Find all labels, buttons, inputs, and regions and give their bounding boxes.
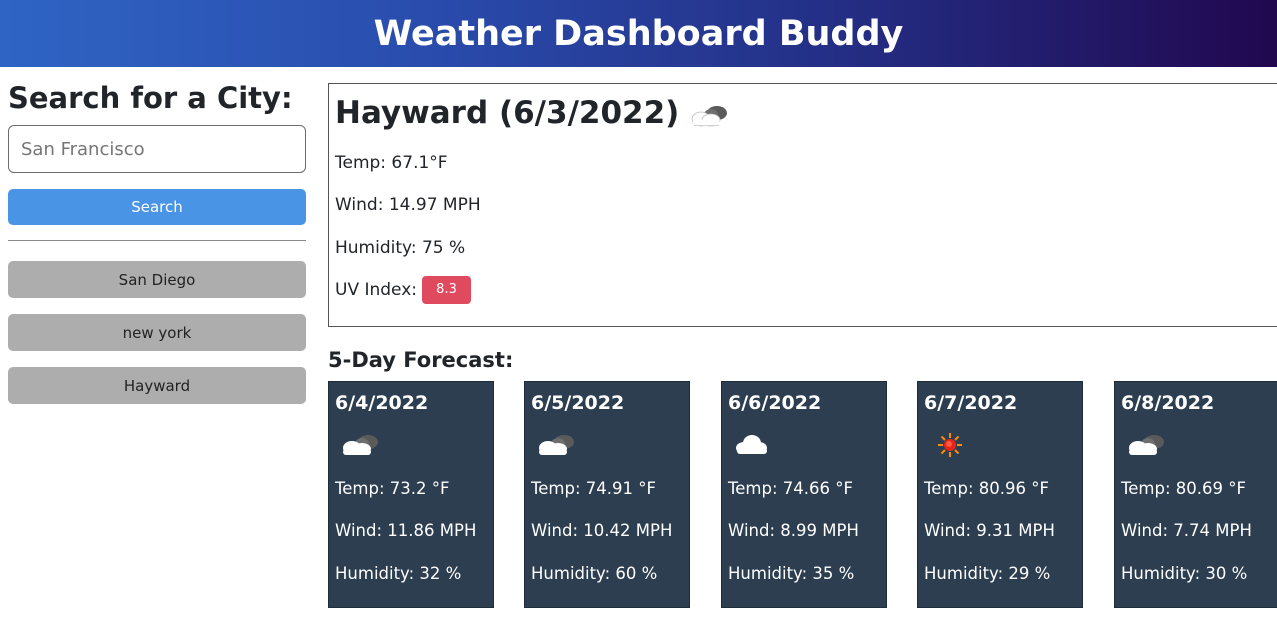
forecast-wind: Wind: 10.42 MPH <box>531 521 673 540</box>
forecast-temp: Temp: 80.96 °F <box>924 479 1049 498</box>
search-heading: Search for a City: <box>8 81 293 115</box>
forecast-temp: Temp: 73.2 °F <box>335 479 450 498</box>
current-uv: UV Index: 8.3 <box>335 276 472 304</box>
forecast-date: 6/4/2022 <box>335 392 429 414</box>
search-button[interactable]: Search <box>8 189 306 225</box>
forecast-humidity: Humidity: 35 % <box>728 564 855 583</box>
search-history: San Diego new york Hayward <box>8 261 306 420</box>
forecast-card: 6/6/2022 Temp: 74.66 °F Wind: 8.99 MPH H… <box>721 381 887 608</box>
cloud-icon <box>730 430 776 460</box>
forecast-wind: Wind: 8.99 MPH <box>728 521 859 540</box>
uv-label: UV Index: <box>335 280 418 300</box>
forecast-heading: 5-Day Forecast: <box>328 348 514 372</box>
forecast-temp: Temp: 80.69 °F <box>1121 479 1246 498</box>
city-search-input[interactable] <box>8 125 306 173</box>
forecast-date: 6/5/2022 <box>531 392 625 414</box>
history-button-san-diego[interactable]: San Diego <box>8 261 306 298</box>
forecast-wind: Wind: 11.86 MPH <box>335 521 477 540</box>
current-humidity: Humidity: 75 % <box>335 238 466 258</box>
broken-clouds-icon <box>1123 430 1169 460</box>
broken-clouds-icon <box>337 430 383 460</box>
forecast-card: 6/4/2022 Temp: 73.2 °F Wind: 11.86 MPH H… <box>328 381 494 608</box>
forecast-card: 6/5/2022 Temp: 74.91 °F Wind: 10.42 MPH … <box>524 381 690 608</box>
search-sidebar: Search for a City: Search San Diego new … <box>8 76 306 404</box>
history-button-hayward[interactable]: Hayward <box>8 367 306 404</box>
sun-icon <box>926 430 972 460</box>
forecast-card: 6/7/2022 Temp: 80.96 °F Wind: 9.31 MPH H… <box>917 381 1083 608</box>
app-title: Weather Dashboard Buddy <box>373 13 904 54</box>
forecast-wind: Wind: 7.74 MPH <box>1121 521 1252 540</box>
history-button-new-york[interactable]: new york <box>8 314 306 351</box>
forecast-card: 6/8/2022 Temp: 80.69 °F Wind: 7.74 MPH H… <box>1114 381 1277 608</box>
current-wind: Wind: 14.97 MPH <box>335 195 481 215</box>
broken-clouds-icon <box>533 430 579 460</box>
app-header: Weather Dashboard Buddy <box>0 0 1277 67</box>
forecast-humidity: Humidity: 60 % <box>531 564 658 583</box>
uv-badge: 8.3 <box>422 276 472 304</box>
broken-clouds-icon <box>687 99 731 127</box>
forecast-temp: Temp: 74.66 °F <box>728 479 853 498</box>
current-city-date: Hayward (6/3/2022) <box>335 95 680 131</box>
current-weather-panel: Hayward (6/3/2022) Temp: 67.1°F Wind: 14… <box>328 83 1277 327</box>
forecast-date: 6/7/2022 <box>924 392 1018 414</box>
current-temp: Temp: 67.1°F <box>335 153 448 173</box>
forecast-humidity: Humidity: 30 % <box>1121 564 1248 583</box>
forecast-humidity: Humidity: 32 % <box>335 564 462 583</box>
forecast-temp: Temp: 74.91 °F <box>531 479 656 498</box>
current-weather-title: Hayward (6/3/2022) <box>335 92 1277 134</box>
forecast-date: 6/8/2022 <box>1121 392 1215 414</box>
divider <box>8 240 306 241</box>
forecast-wind: Wind: 9.31 MPH <box>924 521 1055 540</box>
forecast-humidity: Humidity: 29 % <box>924 564 1051 583</box>
forecast-date: 6/6/2022 <box>728 392 822 414</box>
